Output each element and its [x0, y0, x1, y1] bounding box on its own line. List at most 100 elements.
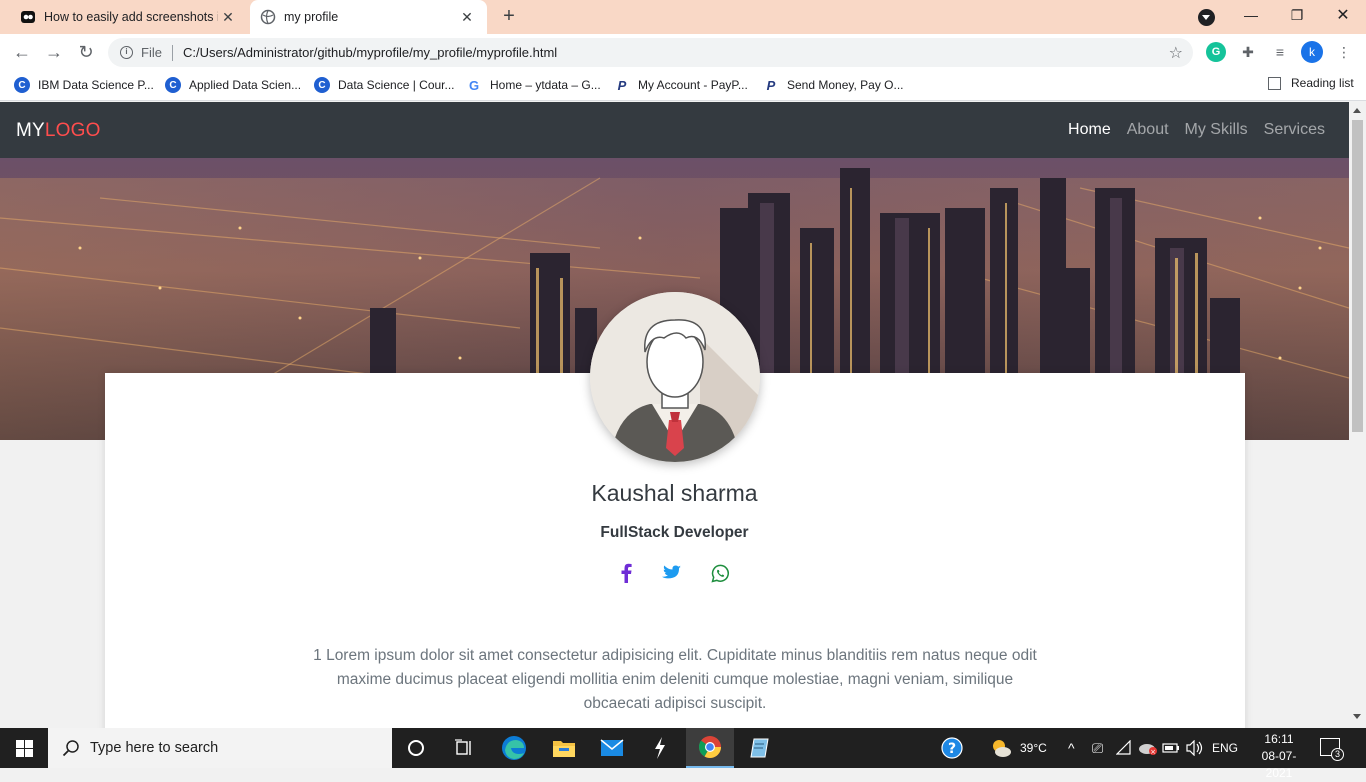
scrollbar-thumb[interactable]	[1352, 120, 1363, 432]
site-logo[interactable]: MYLOGO	[16, 120, 101, 142]
whatsapp-icon[interactable]	[709, 562, 731, 584]
edge-browser-icon[interactable]	[490, 728, 538, 768]
bookmark-label: My Account - PayP...	[638, 78, 748, 92]
clock-date: 08-07-2021	[1261, 749, 1297, 780]
profile-avatar[interactable]: k	[1301, 41, 1323, 63]
extensions-puzzle-icon[interactable]: ✚	[1238, 42, 1258, 62]
bookmark-label: Home – ytdata – G...	[490, 78, 601, 92]
notepad-app-icon[interactable]	[736, 728, 784, 768]
coursera-icon: C	[165, 77, 181, 93]
input-language[interactable]: ENG	[1212, 728, 1238, 768]
scheme-label: File	[141, 45, 162, 60]
tab-search-icon[interactable]	[1198, 9, 1215, 26]
app-lightning-icon[interactable]	[636, 728, 684, 768]
bookmark-item[interactable]: G Home – ytdata – G...	[466, 76, 601, 94]
facebook-icon[interactable]	[615, 562, 637, 584]
logo-prefix: MY	[16, 120, 45, 141]
browser-tab-strip: How to easily add screenshots in ✕ my pr…	[0, 0, 1366, 34]
clock-time: 16:11	[1264, 732, 1294, 746]
tab-my-profile[interactable]: my profile ✕	[250, 0, 487, 34]
temperature-text: 39°C	[1020, 741, 1047, 755]
media-queue-icon[interactable]: ≡	[1270, 42, 1290, 62]
close-window-icon[interactable]: ✕	[1320, 0, 1366, 30]
battery-icon[interactable]	[1162, 728, 1180, 768]
tab-title: my profile	[284, 10, 339, 24]
page-scrollbar[interactable]	[1349, 102, 1366, 728]
profile-bio: 1 Lorem ipsum dolor sit amet consectetur…	[313, 647, 1037, 712]
site-nav-links: Home About My Skills Services	[1068, 121, 1325, 139]
chrome-taskbar-icon[interactable]	[686, 728, 734, 768]
nav-about[interactable]: About	[1127, 121, 1169, 139]
show-hidden-icons-caret[interactable]: ^	[1068, 728, 1075, 768]
bookmark-label: Applied Data Scien...	[189, 78, 302, 92]
new-tab-plus-icon[interactable]: +	[499, 6, 519, 26]
search-placeholder: Type here to search	[90, 740, 219, 756]
nav-my-skills[interactable]: My Skills	[1185, 121, 1248, 139]
video-site-icon	[21, 11, 35, 23]
tab-how-to-screenshots[interactable]: How to easily add screenshots in ✕	[8, 0, 248, 34]
taskbar-search-box[interactable]: Type here to search	[48, 728, 392, 768]
mail-icon[interactable]	[588, 728, 636, 768]
task-view-icon[interactable]	[440, 728, 488, 768]
tab-title: How to easily add screenshots in	[44, 10, 218, 24]
site-navbar: MYLOGO Home About My Skills Services	[0, 102, 1349, 158]
close-tab-icon[interactable]: ✕	[218, 9, 238, 26]
social-links	[612, 562, 738, 584]
bookmark-star-icon[interactable]: ☆	[1169, 43, 1183, 63]
profile-name: Kaushal sharma	[591, 480, 758, 506]
grammarly-icon[interactable]: G	[1206, 42, 1226, 62]
reading-list-icon	[1268, 76, 1281, 90]
url-text[interactable]: C:/Users/Administrator/github/myprofile/…	[183, 45, 1169, 60]
coursera-icon: C	[314, 77, 330, 93]
paypal-icon: P	[766, 77, 776, 93]
help-icon[interactable]: ?	[940, 728, 964, 768]
minimize-icon[interactable]: —	[1228, 0, 1274, 30]
windows-start-icon[interactable]	[0, 728, 48, 768]
network-icon[interactable]	[1116, 728, 1134, 768]
page-viewport: MYLOGO Home About My Skills Services Kau…	[0, 102, 1349, 728]
bookmark-item[interactable]: P Send Money, Pay O...	[763, 76, 904, 94]
system-clock[interactable]: 16:11 08-07-2021	[1256, 731, 1302, 782]
site-info-icon[interactable]: i	[120, 46, 133, 59]
meet-now-icon[interactable]: ⎚	[1092, 728, 1103, 768]
onedrive-error-icon[interactable]: ×	[1138, 728, 1158, 768]
bookmark-label: IBM Data Science P...	[38, 78, 154, 92]
volume-icon[interactable]	[1186, 728, 1204, 768]
browser-toolbar: ← → ↻ i File C:/Users/Administrator/gith…	[0, 34, 1366, 70]
nav-home[interactable]: Home	[1068, 121, 1111, 139]
scroll-up-arrow-icon[interactable]	[1353, 108, 1361, 113]
google-icon: G	[466, 77, 482, 93]
nav-services[interactable]: Services	[1264, 121, 1325, 139]
close-tab-icon[interactable]: ✕	[457, 9, 477, 26]
reading-list-label: Reading list	[1291, 76, 1354, 90]
reload-icon[interactable]: ↻	[74, 40, 98, 64]
bookmark-item[interactable]: C IBM Data Science P...	[14, 76, 154, 94]
paypal-icon: P	[617, 77, 627, 93]
weather-widget[interactable]: 39°C	[990, 728, 1047, 768]
weather-sun-cloud-icon	[993, 740, 1011, 757]
svg-text:×: ×	[1150, 748, 1156, 756]
restore-icon[interactable]: ❐	[1274, 0, 1320, 30]
bookmark-label: Data Science | Cour...	[338, 78, 455, 92]
bookmark-item[interactable]: C Data Science | Cour...	[314, 76, 455, 94]
back-arrow-icon[interactable]: ←	[10, 40, 34, 64]
bookmark-item[interactable]: C Applied Data Scien...	[165, 76, 301, 94]
reading-list-button[interactable]: Reading list	[1268, 76, 1354, 90]
notification-count-badge: 3	[1331, 748, 1344, 761]
windows-taskbar: Type here to search ? 39°C ^ ⎚ × ENG 16:…	[0, 728, 1366, 780]
default-user-avatar-icon	[590, 292, 760, 462]
profile-avatar-image	[590, 292, 760, 462]
chrome-menu-icon[interactable]: ⋮	[1334, 42, 1354, 62]
address-bar[interactable]: i File C:/Users/Administrator/github/myp…	[108, 38, 1193, 67]
profile-role: FullStack Developer	[600, 524, 749, 541]
search-icon	[62, 740, 79, 757]
globe-icon	[260, 9, 276, 25]
action-center-icon[interactable]: 3	[1320, 738, 1344, 761]
bookmark-item[interactable]: P My Account - PayP...	[614, 76, 748, 94]
scroll-down-arrow-icon[interactable]	[1353, 714, 1361, 719]
omnibox-divider	[171, 44, 173, 61]
file-explorer-icon[interactable]	[540, 728, 588, 768]
forward-arrow-icon[interactable]: →	[42, 40, 66, 64]
twitter-icon[interactable]	[660, 562, 682, 584]
cortana-icon[interactable]	[392, 728, 440, 768]
